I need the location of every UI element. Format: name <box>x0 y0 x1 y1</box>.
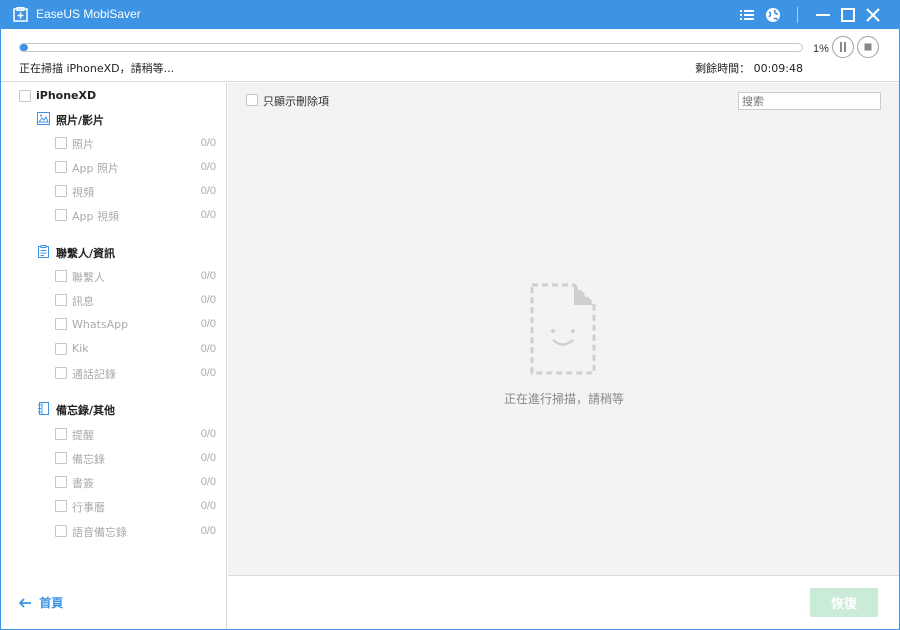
device-name: iPhoneXD <box>36 89 97 102</box>
search-input[interactable] <box>738 92 881 110</box>
list-item-label[interactable]: 訊息 <box>72 293 94 309</box>
empty-file-icon <box>530 283 596 375</box>
category-label[interactable]: 備忘錄/其他 <box>56 402 115 418</box>
item-checkbox[interactable] <box>55 367 67 379</box>
list-item-label[interactable]: 書簽 <box>72 475 94 491</box>
minimize-icon[interactable] <box>813 5 833 25</box>
list-item-count: 0/0 <box>200 137 216 149</box>
list-item-count: 0/0 <box>200 343 216 355</box>
list-item-count: 0/0 <box>200 209 216 221</box>
pause-icon <box>840 42 846 52</box>
category-sidebar: iPhoneXD 照片/影片 照片 0/0 App 照片 0/0 視頻 0/0 … <box>0 83 227 630</box>
list-item-label[interactable]: App 照片 <box>72 160 119 176</box>
menu-icon[interactable] <box>737 5 757 25</box>
list-item-label[interactable]: WhatsApp <box>72 318 128 331</box>
item-checkbox[interactable] <box>55 137 67 149</box>
list-item-label[interactable]: 通話記錄 <box>72 366 116 382</box>
close-icon[interactable] <box>863 5 883 25</box>
contacts-icon <box>38 245 49 258</box>
list-item-count: 0/0 <box>200 318 216 330</box>
footer-bar: 恢復 <box>228 575 900 630</box>
list-item-count: 0/0 <box>200 270 216 282</box>
list-item-label[interactable]: 語音備忘錄 <box>72 524 127 540</box>
item-checkbox[interactable] <box>55 270 67 282</box>
scan-progress-panel: 1% 正在掃描 iPhoneXD，請稍等... 剩餘時間： 00:09:48 <box>0 29 900 82</box>
image-icon <box>37 112 50 125</box>
item-checkbox[interactable] <box>55 209 67 221</box>
list-item-label[interactable]: 照片 <box>72 136 94 152</box>
list-item-label[interactable]: 聯繫人 <box>72 269 105 285</box>
list-item-count: 0/0 <box>200 500 216 512</box>
arrow-left-icon <box>18 598 31 608</box>
item-checkbox[interactable] <box>55 452 67 464</box>
title-bar: EaseUS MobiSaver <box>0 0 900 29</box>
globe-icon[interactable] <box>763 5 783 25</box>
pause-button[interactable] <box>832 36 854 58</box>
item-checkbox[interactable] <box>55 476 67 488</box>
stop-button[interactable] <box>857 36 879 58</box>
item-checkbox[interactable] <box>55 343 67 355</box>
progress-percent: 1% <box>813 43 829 55</box>
list-item-label[interactable]: 提醒 <box>72 427 94 443</box>
item-checkbox[interactable] <box>55 185 67 197</box>
item-checkbox[interactable] <box>55 318 67 330</box>
item-checkbox[interactable] <box>55 428 67 440</box>
list-item-label[interactable]: 行事曆 <box>72 499 105 515</box>
list-item-count: 0/0 <box>200 476 216 488</box>
only-deleted-checkbox[interactable] <box>246 94 258 106</box>
maximize-icon[interactable] <box>838 5 858 25</box>
item-checkbox[interactable] <box>55 161 67 173</box>
app-logo-icon <box>13 7 28 22</box>
progress-bar <box>19 43 803 52</box>
list-item-label[interactable]: 視頻 <box>72 184 94 200</box>
remaining-time: 剩餘時間： 00:09:48 <box>695 62 803 75</box>
list-item-label[interactable]: App 視頻 <box>72 208 119 224</box>
list-item-count: 0/0 <box>200 428 216 440</box>
app-title: EaseUS MobiSaver <box>36 7 141 21</box>
list-item-count: 0/0 <box>200 161 216 173</box>
only-deleted-label[interactable]: 只顯示刪除項 <box>263 93 329 109</box>
list-item-count: 0/0 <box>200 452 216 464</box>
category-label[interactable]: 照片/影片 <box>56 112 104 128</box>
list-item-label[interactable]: 備忘錄 <box>72 451 105 467</box>
home-link[interactable]: 首頁 <box>18 594 64 611</box>
empty-state-text: 正在進行掃描，請稍等 <box>503 392 624 406</box>
stop-icon <box>864 43 872 51</box>
scan-status-text: 正在掃描 iPhoneXD，請稍等... <box>19 62 175 75</box>
progress-bar-fill <box>20 44 28 51</box>
title-bar-separator <box>797 7 798 23</box>
item-checkbox[interactable] <box>55 294 67 306</box>
notebook-icon <box>38 402 49 415</box>
item-checkbox[interactable] <box>55 525 67 537</box>
item-checkbox[interactable] <box>55 500 67 512</box>
list-item-count: 0/0 <box>200 525 216 537</box>
home-label: 首頁 <box>39 596 64 610</box>
list-item-count: 0/0 <box>200 294 216 306</box>
list-item-count: 0/0 <box>200 185 216 197</box>
device-checkbox[interactable] <box>19 90 31 102</box>
list-item-count: 0/0 <box>200 367 216 379</box>
category-label[interactable]: 聯繫人/資訊 <box>56 245 115 261</box>
results-panel: 只顯示刪除項 正在進行掃描，請稍等 <box>228 83 900 575</box>
recover-button[interactable]: 恢復 <box>810 588 878 617</box>
list-item-label[interactable]: Kik <box>72 342 89 355</box>
